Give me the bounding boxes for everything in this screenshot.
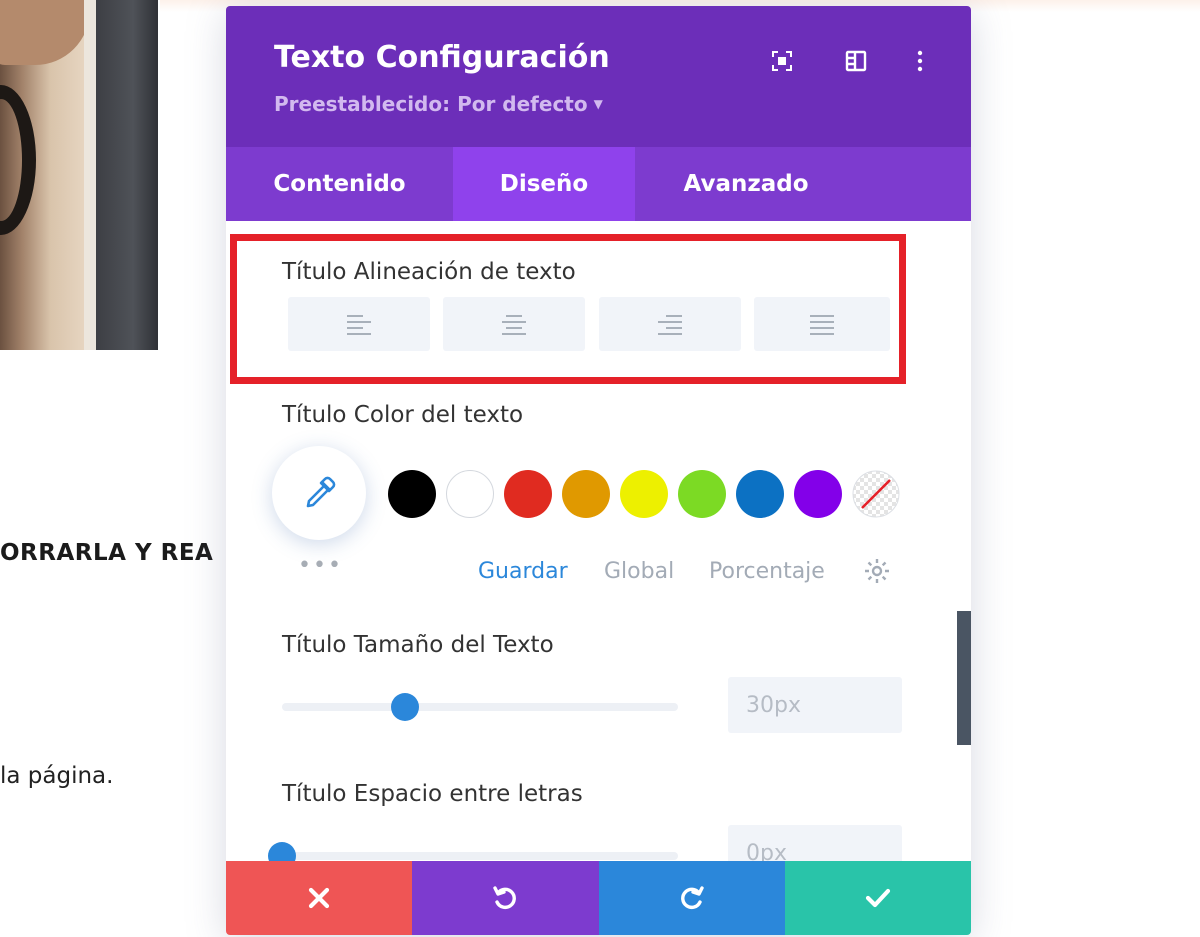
font-size-slider[interactable] <box>282 703 678 711</box>
more-options-button[interactable] <box>905 46 935 76</box>
alignment-label: Título Alineación de texto <box>282 259 576 285</box>
swatch-orange[interactable] <box>562 470 610 518</box>
tab-diseno[interactable]: Diseño <box>453 147 635 221</box>
preset-selector[interactable]: Preestablecido: Por defecto ▼ <box>274 92 603 116</box>
swatch-purple[interactable] <box>794 470 842 518</box>
font-size-label: Título Tamaño del Texto <box>282 632 554 658</box>
settings-body: Título Alineación de texto Título Color … <box>226 221 971 881</box>
tab-avanzado[interactable]: Avanzado <box>635 147 857 221</box>
align-center-icon <box>502 315 526 335</box>
split-layout-button[interactable] <box>841 46 871 76</box>
letter-spacing-label: Título Espacio entre letras <box>282 781 583 807</box>
photo-strap <box>0 85 36 235</box>
eyedropper-icon <box>306 476 336 508</box>
text-settings-modal: Texto Configuración Preestablecido: Por … <box>226 6 971 935</box>
align-left-button[interactable] <box>288 297 430 351</box>
global-color-link[interactable]: Global <box>604 559 674 584</box>
align-right-icon <box>658 315 682 335</box>
photo-arm <box>0 0 90 65</box>
undo-button[interactable] <box>412 861 599 935</box>
settings-scrollbar[interactable] <box>957 611 971 745</box>
more-vertical-icon <box>917 50 923 72</box>
palette-settings-button[interactable] <box>863 557 891 585</box>
page-heading-fragment: ORRARLA Y REA <box>0 540 214 566</box>
cancel-button[interactable] <box>226 861 413 935</box>
align-right-button[interactable] <box>599 297 741 351</box>
color-picker-button[interactable] <box>272 446 366 540</box>
modal-header: Texto Configuración Preestablecido: Por … <box>226 6 971 147</box>
close-icon <box>309 887 330 909</box>
color-label: Título Color del texto <box>282 402 524 428</box>
hero-photo <box>0 0 158 350</box>
font-size-slider-thumb[interactable] <box>390 693 419 721</box>
page-text-fragment: la página. <box>0 763 114 789</box>
swatch-green[interactable] <box>678 470 726 518</box>
photo-sleeve <box>96 0 158 350</box>
fullscreen-button[interactable] <box>767 46 797 76</box>
percent-color-link[interactable]: Porcentaje <box>709 559 825 584</box>
no-color-icon <box>852 470 900 518</box>
preset-label: Preestablecido: Por defecto <box>274 92 588 116</box>
align-left-icon <box>347 315 371 335</box>
font-size-input[interactable]: 30px <box>728 677 902 733</box>
swatch-transparent[interactable] <box>852 470 900 518</box>
swatch-red[interactable] <box>504 470 552 518</box>
modal-footer <box>226 861 971 935</box>
undo-icon <box>493 886 517 910</box>
swatch-white[interactable] <box>446 470 494 518</box>
save-button[interactable] <box>784 861 971 935</box>
swatch-yellow[interactable] <box>620 470 668 518</box>
align-justify-icon <box>810 315 834 335</box>
redo-icon <box>680 886 704 910</box>
gear-icon <box>865 559 889 583</box>
align-center-button[interactable] <box>443 297 585 351</box>
check-icon <box>865 888 890 908</box>
letter-spacing-slider[interactable] <box>282 852 678 860</box>
caret-down-icon: ▼ <box>593 97 603 111</box>
fullscreen-icon <box>772 51 792 71</box>
settings-tabs: Contenido Diseño Avanzado <box>226 147 971 221</box>
more-colors-icon[interactable]: ••• <box>298 553 343 578</box>
modal-title: Texto Configuración <box>274 40 610 75</box>
tab-contenido[interactable]: Contenido <box>226 147 453 221</box>
redo-button[interactable] <box>598 861 785 935</box>
align-justify-button[interactable] <box>754 297 890 351</box>
swatch-blue[interactable] <box>736 470 784 518</box>
swatch-black[interactable] <box>388 470 436 518</box>
split-layout-icon <box>845 50 867 72</box>
save-color-link[interactable]: Guardar <box>478 559 568 584</box>
